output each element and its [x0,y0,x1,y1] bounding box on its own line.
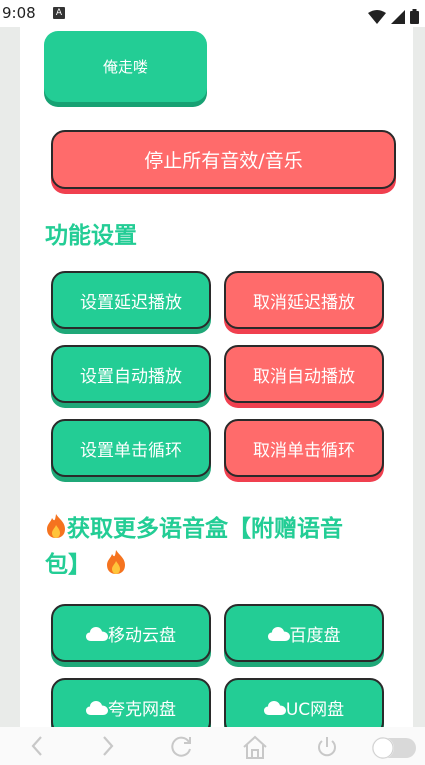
cancel-auto-play-button[interactable]: 取消自动播放 [224,345,384,403]
more-voice-title: 获取更多语音盒【附赠语音 包】 [45,511,405,583]
signal-icon [390,9,405,24]
cloud-icon [86,700,108,715]
more-voice-title-line1: 获取更多语音盒【附赠语音 [67,516,343,542]
uc-pan-button[interactable]: UC网盘 [224,678,384,727]
function-settings-title: 功能设置 [45,223,137,249]
baidu-pan-button[interactable]: 百度盘 [224,604,384,662]
status-icons [367,6,419,25]
status-bar: 9:08 A [0,0,425,27]
set-auto-play-button[interactable]: 设置自动播放 [51,345,211,403]
home-icon[interactable] [242,735,268,759]
battery-icon [410,9,419,24]
power-icon[interactable] [315,735,339,759]
forward-icon[interactable] [101,735,115,757]
button-label: 夸克网盘 [108,699,176,720]
play-button-yan-zou-lou[interactable]: 俺走喽 [44,31,207,102]
button-label: 百度盘 [289,625,341,646]
cancel-click-loop-button[interactable]: 取消单击循环 [224,419,384,477]
bottom-nav-bar [0,727,425,765]
mobile-cloud-button[interactable]: 移动云盘 [51,604,211,662]
notification-a-icon: A [53,7,65,19]
fire-icon [47,514,65,538]
button-label: UC网盘 [285,699,345,720]
wifi-icon [367,9,386,24]
set-delay-play-button[interactable]: 设置延迟播放 [51,271,211,329]
button-label: 设置单击循环 [80,440,182,461]
cloud-icon [267,626,290,641]
stop-all-button[interactable]: 停止所有音效/音乐 [51,130,396,189]
quark-pan-button[interactable]: 夸克网盘 [51,678,211,727]
button-label: 取消单击循环 [253,440,355,461]
button-label: 设置延迟播放 [80,292,182,313]
more-voice-title-line2: 包】 [45,552,91,578]
set-click-loop-button[interactable]: 设置单击循环 [51,419,211,477]
cloud-icon [263,700,286,715]
refresh-icon[interactable] [170,735,194,759]
fire-icon [107,550,126,574]
button-label: 取消自动播放 [253,366,355,387]
button-label: 移动云盘 [108,625,176,646]
content-page: 俺走喽 停止所有音效/音乐 功能设置 设置延迟播放 取消延迟播放 设置自动播放 … [20,27,413,727]
button-label: 设置自动播放 [80,366,182,387]
back-icon[interactable] [30,735,44,757]
button-label: 俺走喽 [102,58,148,76]
cancel-delay-play-button[interactable]: 取消延迟播放 [224,271,384,329]
cloud-icon [86,626,108,641]
button-label: 停止所有音效/音乐 [144,150,303,172]
toggle-icon[interactable] [372,737,416,759]
status-time: 9:08 [2,4,36,22]
button-label: 取消延迟播放 [253,292,355,313]
